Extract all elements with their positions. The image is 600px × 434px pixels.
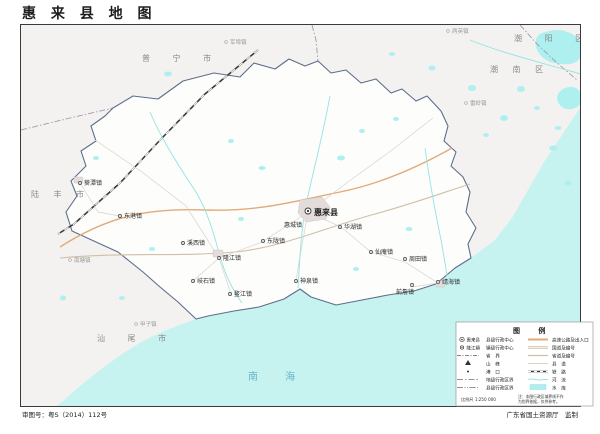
town-label: 溪西镇 — [187, 239, 205, 247]
legend-title: 图 例 — [513, 326, 553, 335]
sea-label: 南 海 — [248, 370, 307, 383]
town-label: 周田镇 — [409, 255, 427, 263]
legend-label: 省道及编号 — [552, 353, 575, 360]
town-label: 东陇镇 — [267, 237, 285, 245]
town-label: 东港镇 — [124, 212, 142, 220]
legend-scale: 比例尺 1∶250 000 — [461, 396, 496, 403]
page-title: 惠 来 县 地 图 — [22, 5, 157, 22]
legend-label: 国道及编号 — [552, 345, 575, 352]
legend-label: 水 库 — [552, 385, 566, 392]
region-label-lufeng: 陆 丰 市 — [31, 189, 90, 199]
region-label-chaonan: 潮 南 区 — [490, 64, 549, 74]
legend-label: 山 峰 — [486, 361, 500, 368]
ntown-label: 甲子镇 — [140, 320, 157, 328]
footer-publisher: 广东省国土资源厅 监制 — [507, 410, 579, 419]
town-label: 华湖镇 — [344, 223, 362, 231]
legend-label: 县级行政区界 — [486, 385, 514, 392]
legend-name: 隆江镇 — [467, 345, 481, 352]
legend-label: 县 道 — [552, 361, 566, 368]
legend-label: 镇级行政中心 — [486, 345, 514, 352]
ntown-label: 军埠镇 — [230, 38, 247, 46]
town-label: 鳌江镇 — [234, 290, 252, 298]
footer-approval-number: 审图号：粤S（2014）112号 — [22, 410, 108, 419]
legend-label: 河 流 — [552, 377, 566, 384]
town-label: 葵潭镇 — [84, 179, 102, 187]
legend-label: 省 界 — [486, 353, 500, 360]
legend-label: 地级行政区界 — [486, 377, 514, 384]
region-label-shanwei: 汕 尾 市 — [97, 333, 176, 343]
ntown-label: 雷岭镇 — [470, 99, 487, 107]
reservoir-icon — [530, 385, 546, 390]
legend-note-line2: 为划界依据，仅供参考。 — [518, 399, 560, 404]
legend-label: 铁 路 — [552, 369, 566, 376]
legend-label: 县级行政中心 — [486, 337, 514, 344]
town-label: 前詹镇 — [396, 288, 414, 296]
port-icon — [467, 371, 469, 373]
region-label-chaoyang: 潮 阳 区 — [514, 33, 593, 43]
ntown-label: 南塘镇 — [74, 256, 91, 264]
town-label: 仙庵镇 — [375, 248, 393, 256]
legend-name: 惠来县 — [467, 337, 481, 344]
legend-label: 港 口 — [486, 369, 500, 376]
legend-label: 高速公路及出入口 — [552, 337, 589, 344]
town-label: 隆江镇 — [223, 254, 241, 262]
region-label-puning: 普 宁 市 — [142, 53, 221, 63]
town-label: 神泉镇 — [300, 277, 318, 285]
ntown-label: 两英镇 — [452, 27, 469, 35]
legend: 图 例 惠来县 县级行政中心 隆江镇 镇级行政中心 省 界 山 峰 港 口 地级… — [456, 322, 593, 406]
town-label: 岐石镇 — [197, 277, 215, 285]
map-page: 惠 来 县 地 图 — [0, 0, 600, 434]
town-label: 惠城镇 — [284, 221, 302, 229]
town-label: 靖海镇 — [442, 278, 460, 286]
county-seat-label: 惠来县 — [314, 207, 338, 217]
